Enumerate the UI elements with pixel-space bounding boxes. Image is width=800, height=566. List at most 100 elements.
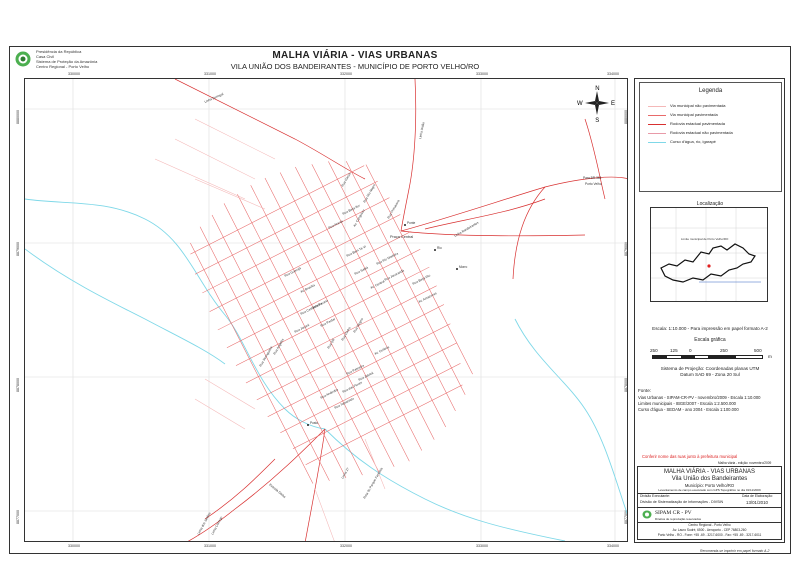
- legend-item: Via municipal não pavimentada: [648, 103, 778, 111]
- road-label: Rota do Parque Fantasia: [362, 467, 383, 500]
- scale-tick: 125: [670, 348, 678, 353]
- road-label: Linha União: [418, 122, 425, 140]
- print-recommendation: Recomenda-se imprimir em papel formato A…: [700, 549, 770, 553]
- legend-item: Rodovia estadual não pavimentada: [648, 130, 778, 138]
- compass-s: S: [595, 118, 599, 124]
- location-caption: Limite municipal de Porto Velho/RO: [681, 237, 729, 241]
- scale-unit: m: [768, 354, 772, 359]
- street-label: Rua Jatobá: [358, 371, 375, 382]
- street-label: Rua Mogno: [352, 317, 364, 333]
- street-name-note: Conferir nome das ruas junto à prefeitur…: [642, 454, 738, 459]
- street-labels: Rua Garça Rua Rio Negro Av. Cangussu Rua Be…: [258, 172, 437, 410]
- street-label: Rua Garça: [340, 172, 351, 188]
- x-tick-top: 334000: [607, 72, 619, 76]
- tb-address-line: Centro Regional - Porto Velho: [688, 523, 731, 527]
- road-label: Porto Velho: [585, 182, 602, 186]
- street-label: Rua Araras: [328, 219, 344, 230]
- government-logo-icon: [15, 51, 31, 67]
- legend-item: Via municipal pavimentada: [648, 112, 778, 120]
- location-map[interactable]: Limite municipal de Porto Velho/RO: [650, 207, 768, 302]
- road-label: Para BR-364: [583, 176, 602, 180]
- x-tick-top: 330000: [68, 72, 80, 76]
- place-label: Praça Central: [390, 235, 413, 239]
- street-label: Rua Tamarindo: [334, 396, 355, 409]
- edition-note: Malha viária - edição: novembro/2009: [718, 461, 772, 465]
- source-line: Vias Urbanas - SIPAM-CR-PV - novembro/20…: [638, 395, 761, 400]
- street-label: Av. Amazonas: [418, 291, 438, 304]
- x-tick-bottom: 331000: [204, 544, 216, 548]
- road-label: Estrada Gleba: [268, 483, 286, 499]
- x-tick-bottom: 333000: [476, 544, 488, 548]
- compass-e: E: [611, 101, 615, 107]
- y-tick-left: 8878000: [16, 378, 20, 392]
- sipam-logo-icon: [642, 510, 652, 519]
- scale-bar: [652, 355, 763, 359]
- x-tick-top: 332000: [340, 72, 352, 76]
- street-label: Rua Sabiá: [354, 265, 369, 275]
- scale-tick: 250: [720, 348, 728, 353]
- legend-label: Rodovia estadual não pavimentada: [670, 130, 733, 135]
- location-map-canvas: Limite municipal de Porto Velho/RO: [651, 208, 767, 301]
- road-map[interactable]: Praça Central Para BR-364 Porto Velho Li…: [24, 78, 628, 542]
- street-label: Rua Ipê: [326, 338, 335, 350]
- map-subtitle: VILA UNIÃO DOS BANDEIRANTES - MUNICÍPIO …: [230, 62, 480, 71]
- compass-w: W: [577, 101, 583, 107]
- street-label: Rua Beija-Rio: [412, 273, 432, 286]
- x-tick-bottom: 334000: [607, 544, 619, 548]
- north-arrow-icon: N S E W: [577, 86, 615, 124]
- coordinate-grid: [25, 79, 627, 541]
- tb-date-label: Data de Elaboração:: [742, 494, 773, 498]
- tb-address-line: Av. Lauro Sodré, 6500 - Aeroporto - CEP …: [672, 528, 747, 532]
- legend-item: Rodovia estadual pavimentada: [648, 121, 778, 129]
- header-org-lines: Presidência da República Casa Civil Sist…: [36, 49, 97, 69]
- compass-n: N: [595, 86, 599, 92]
- legend-label: Via municipal não pavimentada: [670, 103, 726, 108]
- x-tick-bottom: 332000: [340, 544, 352, 548]
- street-label: Rua Rio Negro: [362, 183, 376, 203]
- scale-tick: 500: [754, 348, 762, 353]
- tb-exec-label: Divisão Executante:: [640, 494, 670, 498]
- point-label: Ponte: [407, 221, 416, 225]
- street-label: Av. Goiânia: [374, 345, 390, 356]
- street-label: Rua Andiroba: [320, 387, 339, 399]
- source-line: Curso d'água - SEDAM - ano 2004 - Escala…: [638, 407, 739, 412]
- street-label: Av. Cangussu: [352, 208, 365, 227]
- scale-text: Escala: 1:10.000 - Para impressão em pap…: [652, 326, 768, 331]
- road-label: Linha Córrego: [210, 516, 223, 536]
- y-tick-left: 8880000: [16, 110, 20, 124]
- road-map-canvas[interactable]: Praça Central Para BR-364 Porto Velho Li…: [25, 79, 628, 542]
- projection-line: Sistema de Projeção: Coordenadas planas …: [660, 366, 760, 371]
- scale-tick: 0: [689, 348, 692, 353]
- map-title: MALHA VIÁRIA - VIAS URBANAS: [272, 50, 438, 61]
- tb-exec-value: Divisão de Sistematização de Informações…: [640, 500, 724, 504]
- scale-graphic-title: Escala gráfica: [694, 337, 726, 343]
- tb-org-sub: Direitos de reprodução reservados: [655, 517, 702, 521]
- x-tick-top: 331000: [204, 72, 216, 76]
- legend-label: Rodovia estadual pavimentada: [670, 121, 725, 126]
- legend: Legenda Via municipal não pavimentada Vi…: [639, 82, 782, 192]
- tb-survey: Levantamento de campo executado com GPS …: [658, 488, 761, 492]
- legend-item: Curso d'água, rio, igarapé: [648, 139, 778, 147]
- point-label: Posto: [310, 421, 318, 425]
- y-tick-left: 8879000: [16, 242, 20, 256]
- source-line: Limites municipais - IBGE/2007 - Escala …: [638, 401, 736, 406]
- rivers: [25, 198, 627, 541]
- point-label: Morro: [459, 265, 468, 269]
- y-tick-left: 8877000: [16, 510, 20, 524]
- org-line: Centro Regional - Porto Velho: [36, 64, 90, 69]
- street-label: Rua Rio Madeira: [376, 251, 399, 266]
- legend-label: Via municipal pavimentada: [670, 112, 718, 117]
- projection-line: Datum SAD 69 - Zona 20 Sul: [680, 372, 740, 377]
- tb-date-value: 13/01/2010: [746, 500, 768, 505]
- legend-title: Legenda: [698, 88, 723, 94]
- scale-tick: 250: [650, 348, 658, 353]
- point-label: Rio: [437, 246, 442, 250]
- x-tick-bottom: 330000: [68, 544, 80, 548]
- tb-subtitle: Vila União dos Bandeirantes: [671, 476, 748, 482]
- sources-title: Fonte:: [638, 388, 652, 393]
- street-label: Rua Angelim: [272, 338, 285, 356]
- legend-label: Curso d'água, rio, igarapé: [670, 139, 716, 144]
- tb-address-line: Porto Velho - RO - Fone: +55 -69 - 3217-…: [657, 533, 762, 537]
- x-tick-top: 333000: [476, 72, 488, 76]
- street-label: Rua Palmeira: [346, 363, 365, 375]
